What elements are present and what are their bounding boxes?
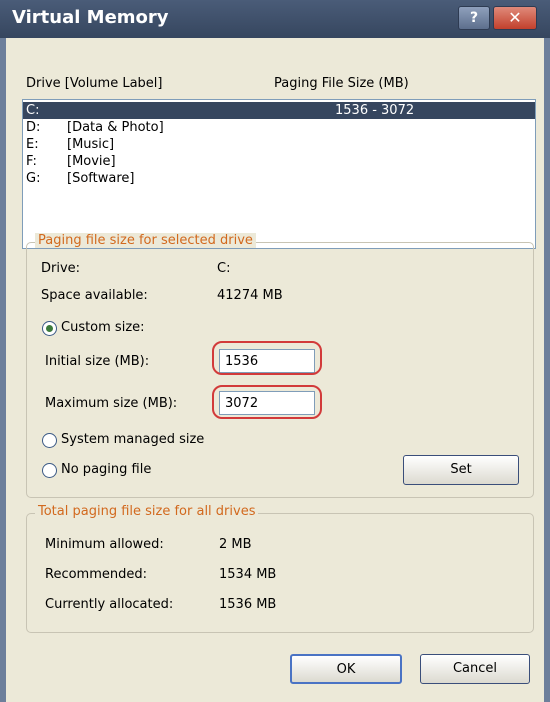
maximum-size-highlight [212, 385, 322, 419]
system-managed-radio[interactable] [42, 433, 57, 448]
initial-size-label: Initial size (MB): [45, 354, 150, 369]
drive-column-header: Drive [Volume Label] [26, 76, 163, 91]
ok-button[interactable]: OK [290, 654, 402, 684]
dialog-body: Drive [Volume Label] Paging File Size (M… [6, 38, 544, 702]
drive-value: C: [217, 261, 231, 276]
drive-label-text: Drive: [41, 261, 81, 276]
currently-allocated-value: 1536 MB [219, 597, 277, 612]
drive-row-f[interactable]: F: [Movie] [23, 153, 535, 170]
currently-allocated-label: Currently allocated: [45, 597, 174, 612]
help-button[interactable]: ? [458, 6, 490, 30]
drive-letter: G: [26, 171, 41, 186]
title-bar[interactable]: Virtual Memory ? ✕ [0, 0, 550, 38]
minimum-allowed-label: Minimum allowed: [45, 537, 164, 552]
drive-row-d[interactable]: D: [Data & Photo] [23, 119, 535, 136]
close-icon: ✕ [508, 8, 522, 27]
no-paging-file-label: No paging file [61, 462, 152, 477]
space-available-value: 41274 MB [217, 288, 283, 303]
window-title: Virtual Memory [12, 7, 169, 28]
custom-size-label: Custom size: [61, 320, 145, 335]
set-button[interactable]: Set [403, 455, 519, 485]
system-managed-label: System managed size [61, 432, 205, 447]
total-paging-legend: Total paging file size for all drives [35, 504, 259, 519]
initial-size-highlight [212, 341, 322, 375]
drive-label: [Music] [67, 137, 115, 152]
total-paging-group: Total paging file size for all drives Mi… [26, 504, 534, 633]
virtual-memory-dialog: Virtual Memory ? ✕ Drive [Volume Label] … [0, 0, 550, 702]
custom-size-radio[interactable] [42, 321, 57, 336]
drive-row-e[interactable]: E: [Music] [23, 136, 535, 153]
drive-row-g[interactable]: G: [Software] [23, 170, 535, 187]
drive-label: [Software] [67, 171, 135, 186]
maximum-size-label: Maximum size (MB): [45, 396, 178, 411]
drive-row-c[interactable]: C: 1536 - 3072 [23, 102, 535, 119]
drive-list[interactable]: C: 1536 - 3072 D: [Data & Photo] E: [Mus… [22, 99, 536, 249]
drive-letter: F: [26, 154, 37, 169]
minimum-allowed-value: 2 MB [219, 537, 252, 552]
cancel-button[interactable]: Cancel [420, 654, 530, 684]
drive-letter: E: [26, 137, 39, 152]
drive-label: [Data & Photo] [67, 120, 164, 135]
no-paging-file-radio[interactable] [42, 463, 57, 478]
drive-label: [Movie] [67, 154, 116, 169]
paging-size-column-header: Paging File Size (MB) [274, 76, 409, 91]
drive-letter: D: [26, 120, 41, 135]
recommended-label: Recommended: [45, 567, 147, 582]
space-available-label: Space available: [41, 288, 148, 303]
drive-letter: C: [26, 103, 40, 118]
close-button[interactable]: ✕ [493, 6, 537, 30]
selected-drive-legend: Paging file size for selected drive [35, 233, 256, 248]
recommended-value: 1534 MB [219, 567, 277, 582]
selected-drive-group: Paging file size for selected drive Driv… [26, 233, 534, 498]
drive-paging-size: 1536 - 3072 [335, 103, 415, 118]
help-icon: ? [469, 10, 479, 26]
